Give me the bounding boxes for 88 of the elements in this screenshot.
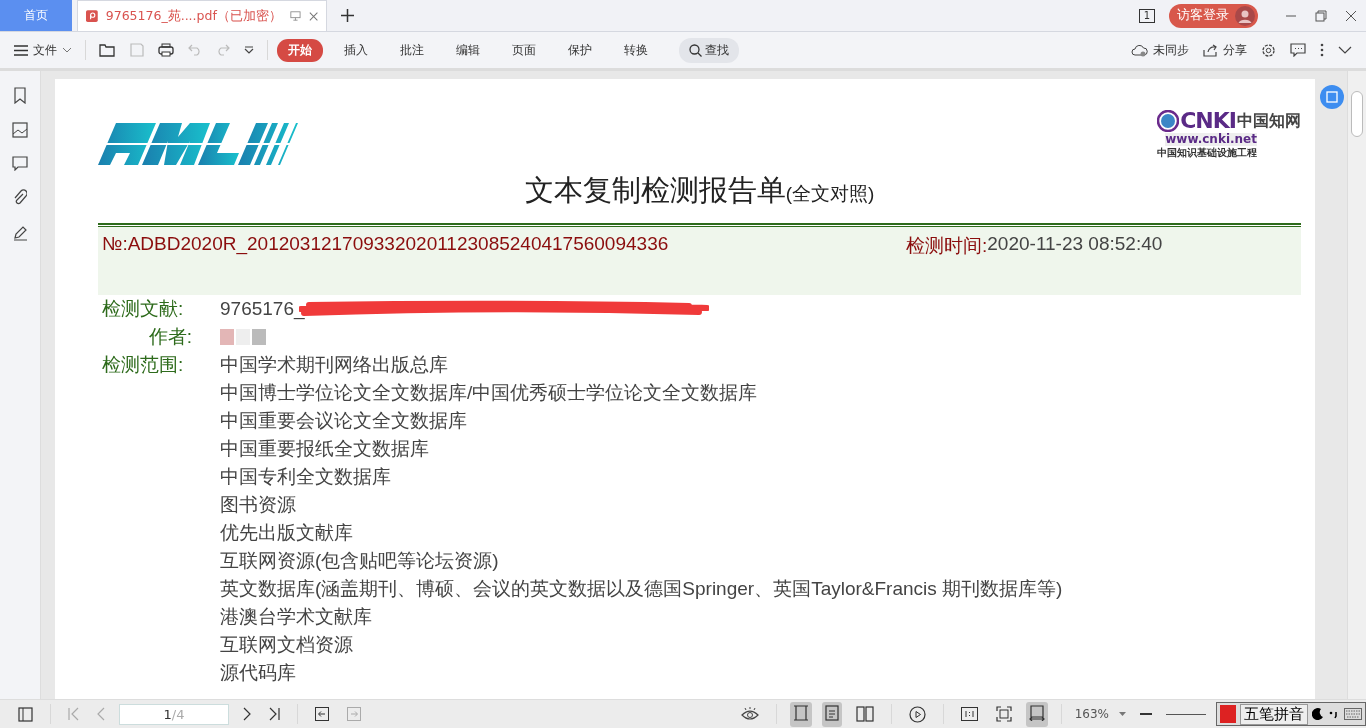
logo-slogan: 中国知识基础设施工程: [1157, 146, 1258, 159]
ribbon-tab[interactable]: 编辑: [445, 38, 491, 62]
report-number: №:ADBD2020R_2012031217093320201123085240417560094336: [102, 233, 670, 255]
logo-text: 中国知网: [1237, 110, 1301, 132]
scope-item: 英文数据库(涵盖期刊、博硕、会议的英文数据以及德国Springer、英国Taylor&Francis 期刊数据库等): [220, 577, 1063, 601]
file-menu[interactable]: 文件: [10, 41, 76, 59]
restore-icon[interactable]: [1315, 9, 1327, 22]
report-title: 文本复制检测报告单(全文对照): [523, 173, 876, 208]
print-icon[interactable]: [158, 43, 174, 57]
pen-icon[interactable]: [11, 224, 29, 241]
folder-icon[interactable]: [99, 43, 116, 57]
logo-url: www.cnki.net: [1165, 133, 1257, 146]
page-icon: [824, 704, 839, 721]
paperclip-icon[interactable]: [13, 189, 27, 206]
continuous-view-button[interactable]: [789, 701, 812, 727]
search-icon: [689, 43, 702, 57]
close-icon[interactable]: [308, 10, 318, 22]
scope-item: 中国专利全文数据库: [220, 465, 391, 489]
ribbon-tab[interactable]: 转换: [613, 38, 659, 62]
scope-item: 港澳台学术文献库: [220, 605, 372, 629]
time-label: 检测时间:: [906, 234, 988, 258]
ime-mode[interactable]: 五笔拼音: [1240, 703, 1308, 725]
search-button[interactable]: 查找: [679, 37, 739, 63]
document-tab[interactable]: 9765176_苑....pdf（已加密）: [77, 0, 327, 31]
chevron-down-icon: [62, 47, 72, 53]
scope-item: 优先出版文献库: [220, 521, 353, 545]
document-value: 9765176_: [220, 297, 305, 322]
sidebar-toggle-icon[interactable]: [18, 706, 33, 722]
dropdown-icon[interactable]: [244, 46, 254, 54]
scope-item: 互联网资源(包含贴吧等论坛资源): [220, 549, 499, 573]
page-number-field[interactable]: 1/4: [119, 703, 229, 725]
fit-width-icon: [1028, 704, 1045, 721]
image-icon[interactable]: [12, 122, 28, 138]
field-label: 检测文献:: [101, 297, 185, 321]
share-button[interactable]: 分享: [1199, 41, 1251, 59]
keyboard-icon[interactable]: [1344, 708, 1362, 720]
field-label: 作者:: [147, 325, 193, 349]
moon-icon[interactable]: [1312, 708, 1324, 720]
new-tab-icon[interactable]: [341, 9, 354, 22]
back-icon[interactable]: [315, 707, 329, 721]
share-icon: [1203, 43, 1218, 57]
login-button[interactable]: 访客登录: [1169, 3, 1258, 28]
two-page-icon[interactable]: [855, 706, 874, 722]
eye-icon[interactable]: [740, 707, 759, 721]
monitor-icon[interactable]: [289, 10, 301, 22]
actual-size-icon[interactable]: [960, 707, 978, 721]
more-icon[interactable]: [1320, 43, 1324, 57]
time-value: 2020-11-23 08:52:40: [987, 233, 1163, 255]
comment-icon[interactable]: [1290, 43, 1306, 57]
zoom-dropdown[interactable]: 163%: [1074, 707, 1109, 721]
page-count-badge[interactable]: 1: [1138, 8, 1155, 23]
floating-tool-icon[interactable]: [1320, 85, 1344, 109]
caret-icon[interactable]: [1119, 712, 1126, 716]
single-page-button[interactable]: [821, 701, 842, 727]
ribbon-tab[interactable]: 保护: [557, 38, 603, 62]
scope-item: 中国重要会议论文全文数据库: [220, 409, 467, 433]
scope-item: 中国重要报纸全文数据库: [220, 437, 429, 461]
logo-text: CNKI: [1180, 109, 1236, 133]
field-label: 检测范围:: [101, 353, 185, 377]
ribbon-tab[interactable]: 页面: [501, 38, 547, 62]
scrollbar-thumb[interactable]: [1351, 91, 1363, 137]
play-icon[interactable]: [908, 705, 926, 723]
sync-button[interactable]: 未同步: [1127, 41, 1193, 59]
settings-icon[interactable]: [1261, 42, 1276, 58]
avatar-icon: [1235, 5, 1255, 26]
ribbon-tab[interactable]: 开始: [277, 38, 323, 62]
close-icon[interactable]: [1345, 9, 1357, 22]
next-page-icon[interactable]: [243, 707, 251, 721]
bookmark-icon[interactable]: [13, 87, 27, 104]
scope-item: 中国学术期刊网络出版总库: [220, 353, 448, 377]
scope-item: 中国博士学位论文全文数据库/中国优秀硕士学位论文全文数据库: [220, 381, 758, 405]
chevron-down-icon[interactable]: [1338, 46, 1352, 54]
fit-page-icon[interactable]: [995, 706, 1012, 722]
fit-width-button[interactable]: [1025, 701, 1048, 727]
continuous-view-icon: [792, 704, 809, 721]
globe-icon: [1157, 110, 1180, 132]
comment-icon[interactable]: [12, 156, 28, 171]
ribbon-tab[interactable]: 批注: [389, 38, 435, 62]
pdf-file-icon: [86, 9, 98, 23]
zoom-out-icon[interactable]: [1140, 712, 1152, 716]
last-page-icon[interactable]: [269, 707, 280, 721]
ribbon-tab[interactable]: 插入: [333, 38, 379, 62]
scope-item: 互联网文档资源: [220, 633, 353, 657]
tab-title: 9765176_苑....pdf（已加密）: [105, 7, 282, 25]
scope-item: 源代码库: [220, 661, 296, 685]
cloud-icon: [1131, 43, 1148, 57]
scope-item: 图书资源: [220, 493, 296, 517]
menu-icon: [14, 44, 28, 56]
